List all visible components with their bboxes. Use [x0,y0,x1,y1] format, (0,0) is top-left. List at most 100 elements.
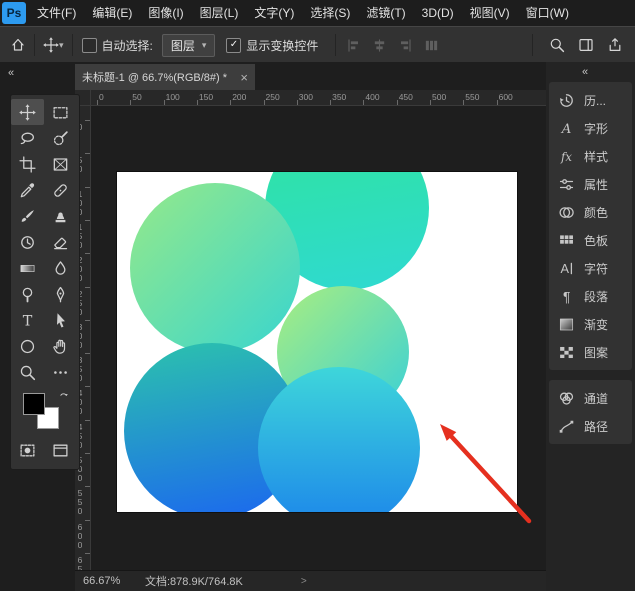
ruler-mark: 450 [85,420,90,421]
path-selection-tool[interactable] [44,307,77,333]
panel-history[interactable]: 历... [549,86,632,114]
expand-panels-icon[interactable]: « [582,66,588,78]
panel-paths[interactable]: 路径 [549,412,632,440]
panel-swatches[interactable]: 色板 [549,226,632,254]
glyphs-icon: A [558,120,575,137]
menu-item[interactable]: 窗口(W) [518,0,577,26]
zoom-level[interactable]: 66.67% [83,575,129,587]
panel-paragraph-label: 段落 [584,288,608,305]
clone-stamp-tool[interactable] [44,203,77,229]
dodge-tool[interactable] [11,281,44,307]
ellipse-tool[interactable] [11,333,44,359]
panel-patterns[interactable]: 图案 [549,338,632,366]
artboard [117,172,517,512]
svg-text:T: T [23,313,33,328]
ruler-mark: 600 [85,520,90,521]
svg-text:A: A [560,122,572,137]
ruler-mark: 300 [85,320,90,321]
menu-item[interactable]: 图层(L) [192,0,247,26]
canvas-area[interactable] [91,106,546,570]
frame-tool[interactable] [44,151,77,177]
menu-item[interactable]: 选择(S) [302,0,358,26]
show-transform-label: 显示变换控件 [246,37,318,54]
ruler-mark: 400 [85,386,90,387]
panel-styles[interactable]: fx样式 [549,142,632,170]
panel-channels-label: 通道 [584,390,608,407]
menu-item[interactable]: 视图(V) [462,0,518,26]
collapse-panels-icon[interactable]: « [8,67,14,79]
quick-mask-mode-button[interactable] [11,437,44,463]
foreground-color-swatch[interactable] [23,393,45,415]
ruler-mark: 150 [85,220,90,221]
swatches-icon [558,232,575,249]
ruler-mark: 550 [85,486,90,487]
layer-target-dropdown[interactable]: 图层 ▾ [162,34,216,57]
separator [72,34,73,56]
edit-toolbar-button[interactable] [44,359,77,385]
panel-paragraph[interactable]: ¶段落 [549,282,632,310]
show-transform-checkbox[interactable] [226,38,241,53]
panel-gradients[interactable]: 渐变 [549,310,632,338]
hand-tool[interactable] [44,333,77,359]
color-icon [558,204,575,221]
separator [335,34,336,56]
document-tab[interactable]: 未标题-1 @ 66.7%(RGB/8#) * × [75,64,255,90]
panel-character[interactable]: A字符 [549,254,632,282]
lasso-tool[interactable] [11,125,44,151]
action-icons-group [549,37,623,53]
pen-tool[interactable] [44,281,77,307]
brush-tool[interactable] [11,203,44,229]
ruler-mark: 0 [85,120,90,121]
eyedropper-tool[interactable] [11,177,44,203]
color-swatches [11,389,79,435]
panel-channels[interactable]: 通道 [549,384,632,412]
gradient-tool[interactable] [11,255,44,281]
panel-group-1: 历...A字形fx样式属性颜色色板A字符¶段落渐变图案 [549,82,632,370]
move-tool[interactable] [11,99,44,125]
search-icon[interactable] [549,37,565,53]
share-icon[interactable] [607,37,623,53]
ruler-mark: 500 [430,100,431,105]
history-brush-tool[interactable] [11,229,44,255]
spot-healing-brush-tool[interactable] [44,177,77,203]
panel-color[interactable]: 颜色 [549,198,632,226]
photoshop-window: Ps 文件(F)编辑(E)图像(I)图层(L)文字(Y)选择(S)滤镜(T)3D… [0,0,635,591]
ruler-mark: 50 [130,100,131,105]
paths-icon [558,418,575,435]
ruler-mark: 250 [85,287,90,288]
character-icon: A [558,260,575,277]
quick-selection-tool[interactable] [44,125,77,151]
rectangular-marquee-tool[interactable] [44,99,77,125]
eraser-tool[interactable] [44,229,77,255]
swap-colors-icon[interactable] [59,391,71,406]
blur-tool[interactable] [44,255,77,281]
home-icon[interactable] [10,37,26,53]
menu-item[interactable]: 图像(I) [140,0,191,26]
chevron-down-icon[interactable]: ▾ [59,40,64,51]
ruler-mark: 350 [330,100,331,105]
panel-properties[interactable]: 属性 [549,170,632,198]
layer-dropdown-value: 图层 [171,37,195,54]
screen-mode-button[interactable] [44,437,77,463]
menu-item[interactable]: 滤镜(T) [358,0,413,26]
status-expand-icon[interactable]: > [301,576,307,587]
crop-tool[interactable] [11,151,44,177]
ruler-mark: 550 [463,100,464,105]
horizontal-ruler: 050100150200250300350400450500550600 [91,90,546,106]
type-tool[interactable]: T [11,307,44,333]
menu-item[interactable]: 文字(Y) [246,0,302,26]
ruler-mark: 400 [363,100,364,105]
zoom-tool[interactable] [11,359,44,385]
panel-glyphs[interactable]: A字形 [549,114,632,142]
align-icons-group [346,38,439,53]
menu-item[interactable]: 文件(F) [29,0,84,26]
menu-item[interactable]: 编辑(E) [84,0,140,26]
move-tool-preset-icon[interactable] [43,37,59,53]
close-tab-icon[interactable]: × [240,71,248,84]
menu-item[interactable]: 3D(D) [414,0,462,26]
tool-grid: T [11,99,79,385]
ruler-mark: 350 [85,353,90,354]
workspace-icon[interactable] [578,37,594,53]
auto-select-checkbox[interactable] [82,38,97,53]
ruler-mark: 100 [164,100,165,105]
